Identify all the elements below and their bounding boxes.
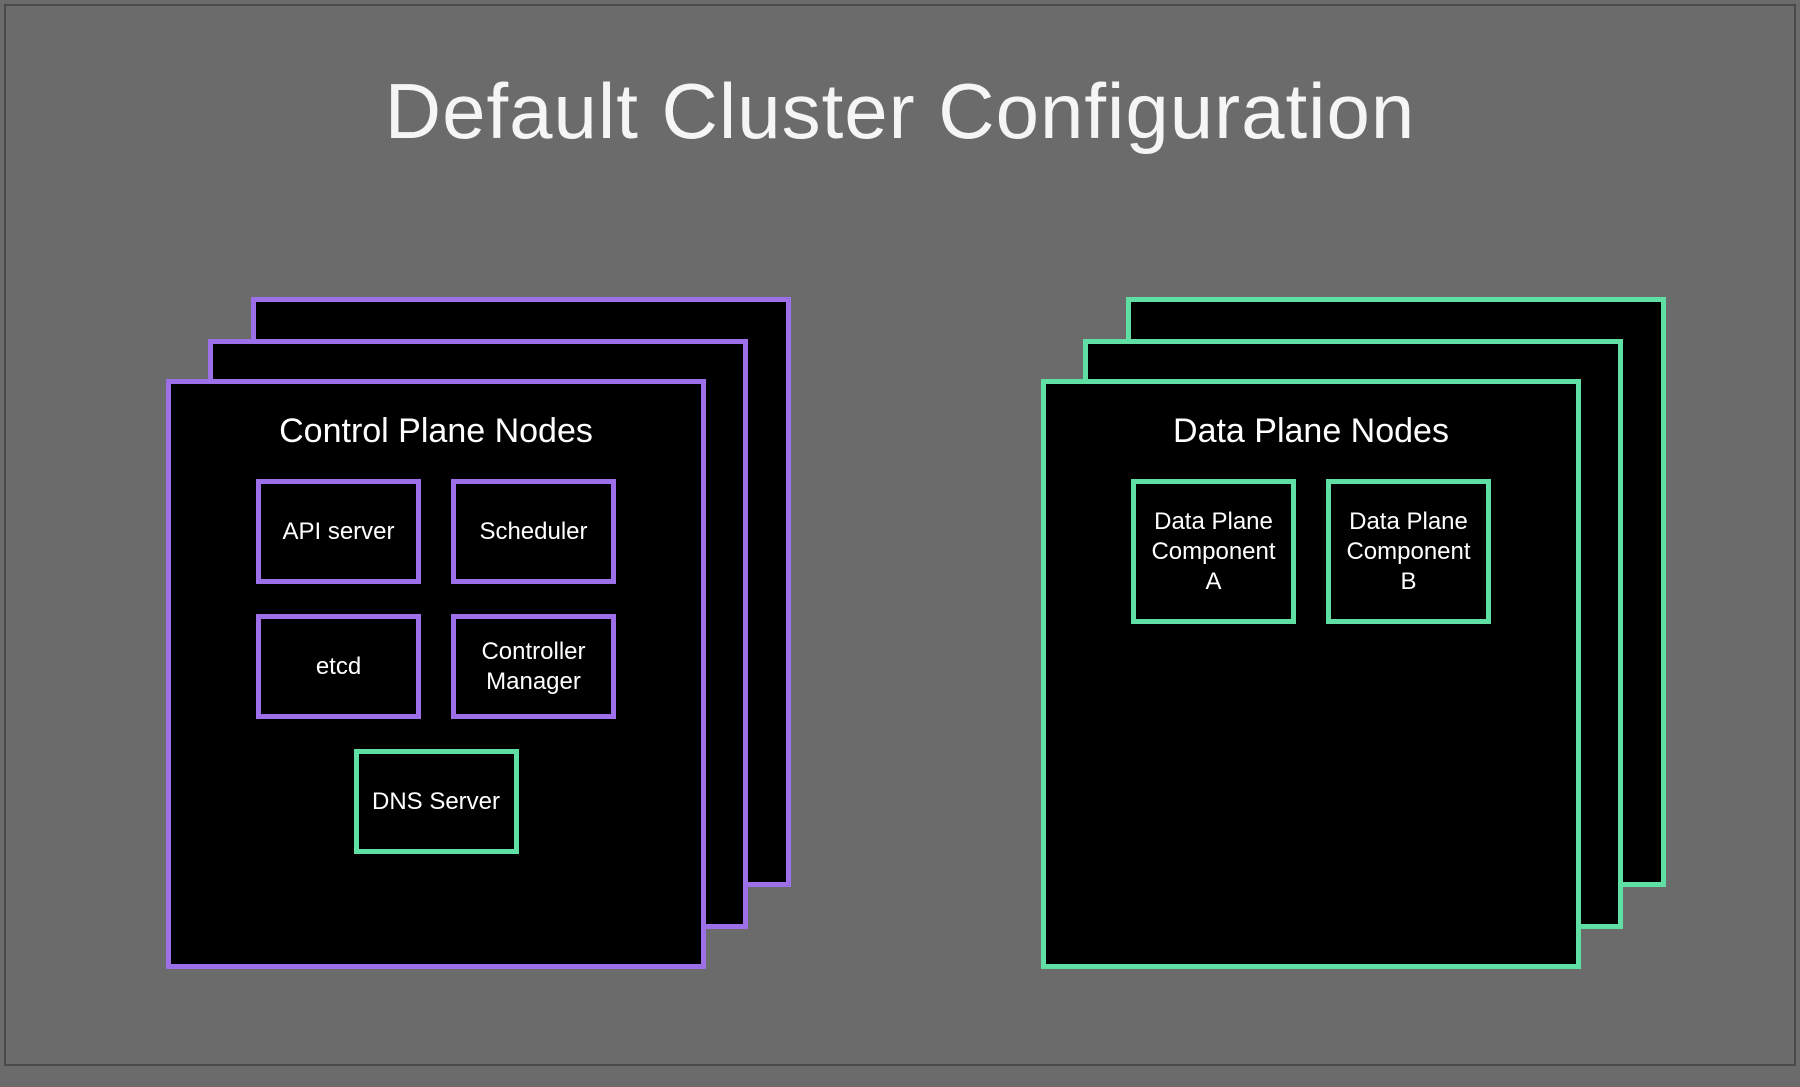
control-plane-card-front: Control Plane Nodes API server Scheduler… (166, 379, 706, 969)
scheduler-component: Scheduler (451, 479, 616, 584)
diagram-area: Control Plane Nodes API server Scheduler… (6, 237, 1794, 1087)
etcd-component: etcd (256, 614, 421, 719)
dns-row: DNS Server (191, 749, 681, 854)
api-server-component: API server (256, 479, 421, 584)
dns-server-component: DNS Server (354, 749, 519, 854)
controller-manager-component: Controller Manager (451, 614, 616, 719)
page-title: Default Cluster Configuration (6, 66, 1794, 157)
data-plane-component-b: Data Plane Component B (1326, 479, 1491, 624)
diagram-frame: Default Cluster Configuration Control Pl… (4, 4, 1796, 1066)
control-plane-components: API server Scheduler etcd Controller Man… (191, 479, 681, 719)
data-plane-card-front: Data Plane Nodes Data Plane Component A … (1041, 379, 1581, 969)
data-plane-components: Data Plane Component A Data Plane Compon… (1066, 479, 1556, 624)
control-plane-title: Control Plane Nodes (191, 412, 681, 451)
data-plane-title: Data Plane Nodes (1066, 412, 1556, 451)
data-plane-component-a: Data Plane Component A (1131, 479, 1296, 624)
